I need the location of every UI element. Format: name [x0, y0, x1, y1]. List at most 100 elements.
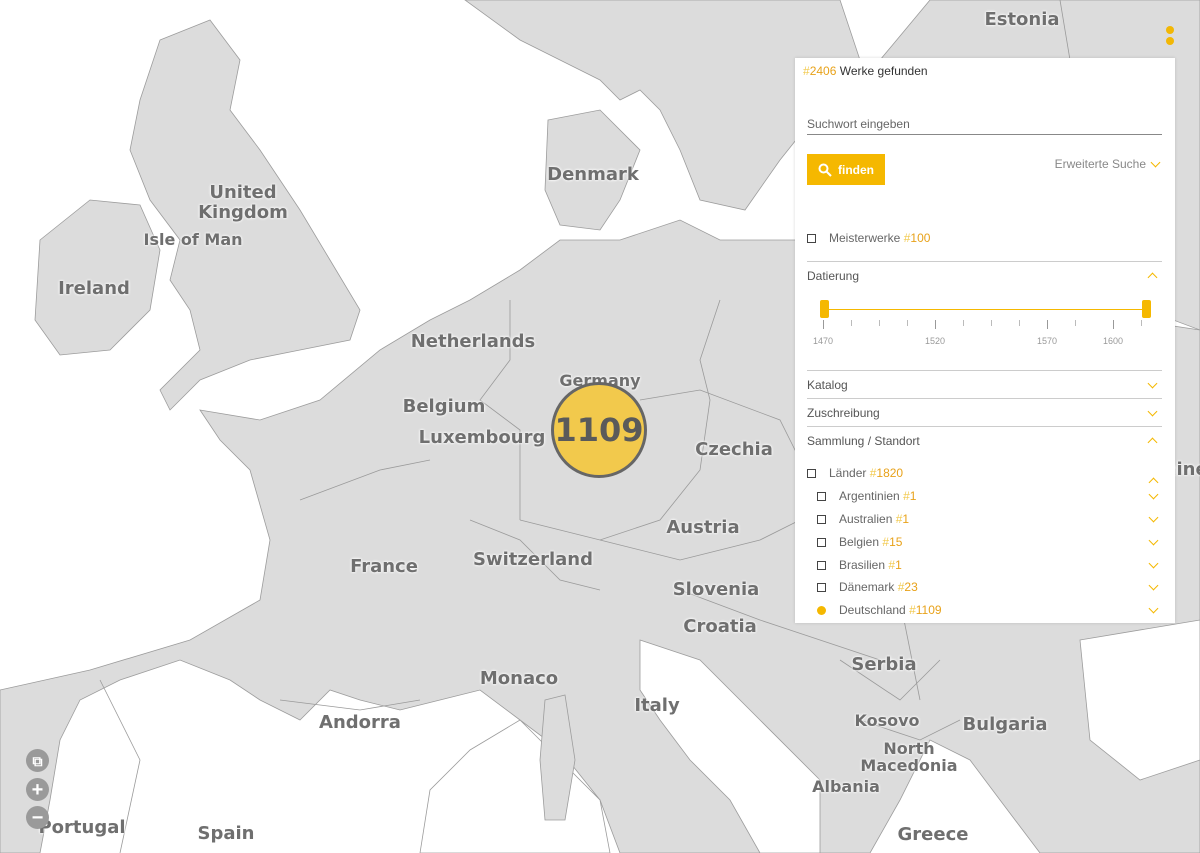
- country-label: Belgien: [839, 535, 880, 549]
- map-label-france: France: [350, 556, 418, 577]
- country-count: 23: [904, 580, 918, 594]
- country-item-brasilien[interactable]: Brasilien #1: [817, 558, 902, 572]
- collapse-icon[interactable]: ⧉: [26, 749, 49, 772]
- country-count: 1109: [915, 603, 942, 617]
- tick-label: 1570: [1036, 336, 1058, 346]
- masterworks-filter[interactable]: Meisterwerke #100: [807, 231, 930, 245]
- chevron-down-icon: [1147, 378, 1158, 389]
- country-count: 1: [895, 558, 902, 572]
- country-item-australien[interactable]: Australien #1: [817, 512, 909, 526]
- zoom-in-button[interactable]: +: [26, 778, 49, 801]
- section-attribution[interactable]: Zuschreibung: [807, 398, 1162, 427]
- country-checkbox[interactable]: [817, 537, 826, 547]
- chevron-down-icon[interactable]: [1148, 580, 1159, 591]
- chevron-down-icon[interactable]: [1148, 512, 1159, 523]
- map-label-estonia: Estonia: [984, 9, 1060, 30]
- dating-slider-ticks: [823, 320, 1147, 330]
- tick-label: 1600: [1102, 336, 1124, 346]
- country-item-daenemark[interactable]: Dänemark #23: [817, 580, 918, 594]
- map-label-greece: Greece: [897, 824, 969, 845]
- map-label-belgium: Belgium: [402, 396, 486, 417]
- country-checkbox[interactable]: [817, 514, 826, 524]
- chevron-down-icon[interactable]: [1148, 489, 1159, 500]
- chevron-down-icon[interactable]: [1148, 558, 1159, 569]
- map-label-slovenia: Slovenia: [672, 579, 760, 600]
- map-label-monaco: Monaco: [479, 668, 559, 689]
- map-label-bulgaria: Bulgaria: [962, 714, 1048, 735]
- tick-label: 1470: [812, 336, 834, 346]
- map-label-croatia: Croatia: [683, 616, 757, 637]
- countries-checkbox[interactable]: [807, 468, 816, 478]
- tick-label: 1520: [924, 336, 946, 346]
- country-item-argentinien[interactable]: Argentinien #1: [817, 489, 916, 503]
- country-item-deutschland[interactable]: Deutschland #1109: [817, 603, 942, 617]
- chevron-up-icon: [1147, 437, 1158, 448]
- chevron-up-icon[interactable]: [1148, 477, 1159, 488]
- country-item-belgien[interactable]: Belgien #15: [817, 535, 902, 549]
- countries-label: Länder: [829, 466, 867, 480]
- country-count: 1: [909, 489, 917, 503]
- map-label-albania: Albania: [812, 777, 880, 796]
- search-icon: [818, 163, 832, 177]
- map-label-czechia: Czechia: [695, 439, 773, 460]
- map-label-denmark: Denmark: [547, 164, 639, 185]
- chevron-down-icon: [1150, 157, 1161, 168]
- cluster-marker[interactable]: 1109: [551, 382, 647, 478]
- section-collection-label: Sammlung / Standort: [807, 434, 920, 448]
- section-catalog-label: Katalog: [807, 378, 848, 392]
- map-label-serbia: Serbia: [851, 654, 917, 675]
- filter-panel: #2406 Werke gefunden finden Erweiterte S…: [795, 58, 1175, 623]
- map-label-andorra: Andorra: [319, 712, 401, 733]
- map-label-ireland: Ireland: [58, 278, 130, 299]
- dating-slider-handle-max[interactable]: [1142, 300, 1151, 318]
- countries-count: 1820: [876, 466, 904, 480]
- section-attribution-label: Zuschreibung: [807, 406, 880, 420]
- chevron-down-icon[interactable]: [1148, 603, 1159, 614]
- dating-slider-track[interactable]: [823, 309, 1147, 310]
- map-label-north-macedonia: North Macedonia: [860, 739, 958, 775]
- search-input[interactable]: [807, 114, 1162, 135]
- country-label: Argentinien: [839, 489, 900, 503]
- chevron-down-icon: [1147, 406, 1158, 417]
- chevron-down-icon[interactable]: [1148, 535, 1159, 546]
- results-count: #2406 Werke gefunden: [803, 64, 928, 78]
- masterworks-checkbox[interactable]: [807, 233, 816, 243]
- section-dating-label: Datierung: [807, 269, 860, 283]
- country-selected-indicator[interactable]: [817, 605, 826, 615]
- country-checkbox[interactable]: [817, 560, 826, 570]
- results-number: 2406: [809, 64, 837, 78]
- map-label-italy: Italy: [634, 695, 680, 716]
- country-label: Australien: [839, 512, 893, 526]
- map-label-kosovo: Kosovo: [854, 711, 920, 730]
- country-label: Dänemark: [839, 580, 895, 594]
- country-checkbox[interactable]: [817, 491, 826, 501]
- dating-slider-handle-min[interactable]: [820, 300, 829, 318]
- chevron-up-icon: [1147, 272, 1158, 283]
- masterworks-label: Meisterwerke: [829, 231, 901, 245]
- map-label-luxembourg: Luxembourg: [418, 427, 546, 448]
- hash-symbol: #: [909, 603, 916, 617]
- map-label-switzerland: Switzerland: [473, 549, 593, 570]
- country-count: 1: [902, 512, 910, 526]
- section-catalog[interactable]: Katalog: [807, 370, 1162, 399]
- zoom-out-button[interactable]: −: [26, 806, 49, 829]
- section-collection[interactable]: Sammlung / Standort: [807, 426, 1162, 455]
- map-label-isle-of-man: Isle of Man: [143, 230, 243, 249]
- hash-symbol: #: [903, 489, 910, 503]
- kebab-menu-icon[interactable]: [1164, 26, 1176, 56]
- map-label-spain: Spain: [197, 823, 255, 844]
- country-label: Brasilien: [839, 558, 886, 572]
- results-label: Werke gefunden: [839, 64, 928, 78]
- hash-symbol: #: [803, 64, 810, 78]
- map-label-netherlands: Netherlands: [410, 331, 536, 352]
- country-checkbox[interactable]: [817, 582, 826, 592]
- section-dating[interactable]: Datierung: [807, 261, 1162, 290]
- country-label: Deutschland: [839, 603, 906, 617]
- masterworks-count: 100: [910, 231, 931, 245]
- advanced-search-toggle[interactable]: Erweiterte Suche: [1055, 157, 1161, 171]
- find-button[interactable]: finden: [807, 154, 885, 185]
- find-button-label: finden: [838, 162, 874, 177]
- map-label-portugal: Portugal: [38, 817, 126, 838]
- countries-filter[interactable]: Länder #1820: [807, 466, 903, 480]
- country-count: 15: [889, 535, 903, 549]
